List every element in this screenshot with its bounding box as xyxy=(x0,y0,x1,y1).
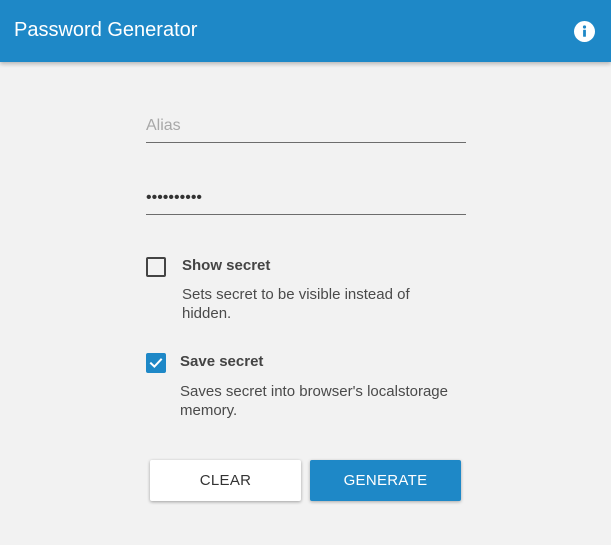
alias-field xyxy=(146,112,466,143)
generate-button[interactable]: GENERATE xyxy=(310,460,461,501)
checkmark-icon xyxy=(149,358,163,369)
show-secret-label: Show secret xyxy=(182,257,271,274)
save-secret-checkbox[interactable] xyxy=(146,353,166,373)
app-window: Password Generator Show secret Sets secr… xyxy=(0,0,611,545)
clear-button[interactable]: CLEAR xyxy=(150,460,301,501)
app-title: Password Generator xyxy=(14,19,198,41)
show-secret-description: Sets secret to be visible instead of hid… xyxy=(182,286,410,322)
info-icon[interactable] xyxy=(574,21,595,42)
save-secret-label: Save secret xyxy=(180,353,264,370)
secret-input[interactable] xyxy=(146,184,466,212)
show-secret-checkbox[interactable] xyxy=(146,257,166,277)
alias-input[interactable] xyxy=(146,112,466,140)
app-header: Password Generator xyxy=(0,0,611,62)
secret-field xyxy=(146,184,466,215)
save-secret-description: Saves secret into browser's localstorage… xyxy=(180,383,448,419)
